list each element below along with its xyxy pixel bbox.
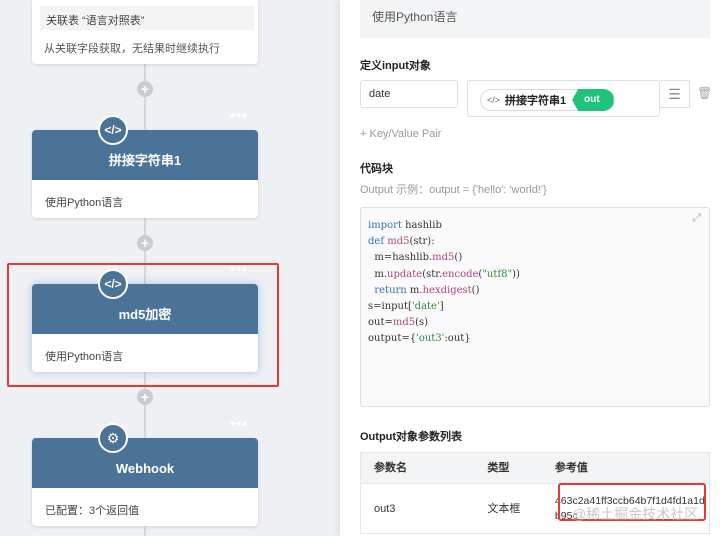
reference-node-name: 拼接字符串1 — [505, 95, 567, 107]
code-line: return m.hexdigest() — [374, 284, 480, 296]
table-header: 参数名 类型 参考值 — [361, 453, 709, 483]
node-menu-icon[interactable]: ••• — [230, 108, 248, 122]
node-description: 已配置：3个返回值 — [45, 505, 140, 517]
node-description: 从关联字段获取，无结果时继续执行 — [44, 43, 220, 55]
param-type: 文本框 — [487, 503, 521, 515]
node-title: Webhook — [115, 461, 175, 476]
connector-line — [144, 64, 146, 130]
node-title: 拼接字符串1 — [108, 153, 182, 168]
code-line: out=md5(s) — [368, 317, 429, 329]
code-editor[interactable]: ⤢ import hashlib def md5(str): m=hashlib… — [360, 207, 710, 407]
add-node-button[interactable]: + — [137, 81, 153, 97]
workflow-canvas[interactable]: + + + 关联表 “语言对照表” 从关联字段获取，无结果时继续执行 ••• 拼… — [0, 0, 340, 536]
delete-icon[interactable]: 🗑 — [697, 86, 712, 100]
node-menu-icon[interactable]: ••• — [230, 416, 248, 430]
code-line: def md5(str): — [368, 236, 435, 248]
code-line: m=hashlib.md5() — [368, 252, 463, 264]
code-line: output={'out3':out} — [368, 333, 471, 345]
output-section-title: Output对象参数列表 — [360, 431, 463, 443]
code-icon: </> — [98, 115, 128, 145]
output-example-hint: Output 示例：output = {'hello': 'world!'} — [360, 184, 547, 196]
code-line: s=input['date'] — [368, 301, 444, 313]
node-card-concat-string[interactable]: ••• 拼接字符串1 使用Python语言 — [32, 108, 258, 218]
reference-field-tag: out — [572, 89, 614, 111]
code-line: m.update(str.encode("utf8")) — [368, 268, 520, 280]
node-header: ••• 拼接字符串1 — [32, 108, 258, 180]
relation-table-tag: 关联表 “语言对照表” — [40, 6, 254, 30]
node-description: 使用Python语言 — [45, 197, 124, 209]
code-line: import hashlib — [368, 220, 442, 231]
code-section-title: 代码块 — [360, 163, 393, 175]
connector-line — [144, 526, 146, 536]
variable-reference-pill[interactable]: </> 拼接字符串1 out — [480, 89, 615, 111]
input-value-field[interactable]: </> 拼接字符串1 out — [467, 80, 660, 117]
webhook-icon: ⚙ — [98, 423, 128, 453]
node-header: ••• Webhook — [32, 416, 258, 488]
header-type: 类型 — [487, 462, 510, 474]
selection-highlight — [7, 263, 279, 387]
header-ref-value: 参考值 — [554, 462, 588, 474]
node-description-field[interactable]: 使用Python语言 — [360, 0, 710, 38]
expand-icon[interactable]: ⤢ — [692, 212, 701, 225]
node-card-webhook[interactable]: ••• Webhook 已配置：3个返回值 — [32, 416, 258, 526]
add-node-button[interactable]: + — [137, 235, 153, 251]
watermark: @稀土掘金技术社区 — [572, 506, 699, 522]
relation-node-card[interactable]: 关联表 “语言对照表” 从关联字段获取，无结果时继续执行 — [32, 0, 258, 64]
param-name: out3 — [374, 503, 396, 515]
add-node-button[interactable]: + — [137, 389, 153, 405]
header-param-name: 参数名 — [374, 462, 407, 474]
node-config-panel: 使用Python语言 定义input对象 date </> 拼接字符串1 out… — [340, 0, 720, 536]
input-key-field[interactable]: date — [360, 80, 458, 108]
insert-variable-icon[interactable]: ☰ — [660, 80, 690, 108]
input-section-title: 定义input对象 — [360, 60, 431, 72]
code-icon: </> — [487, 95, 501, 105]
add-key-value-button[interactable]: + Key/Value Pair — [360, 128, 441, 140]
